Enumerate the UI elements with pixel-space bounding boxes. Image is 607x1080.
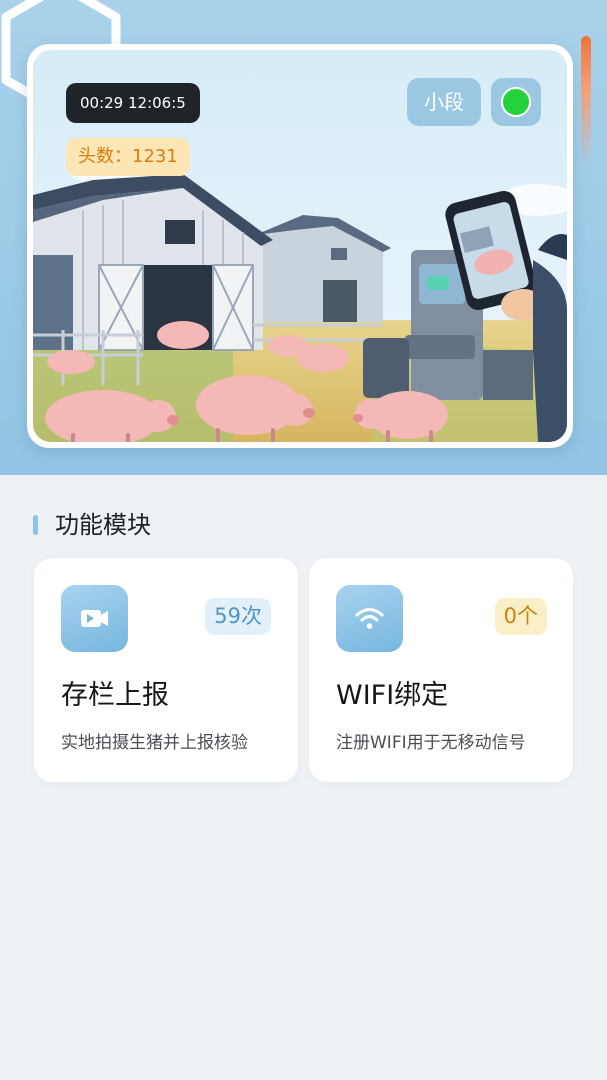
module-card-livestock-report[interactable]: 59次 存栏上报 实地拍摄生猪并上报核验	[34, 558, 298, 782]
section-accent-bar	[33, 515, 38, 535]
module-title: 存栏上报	[61, 680, 169, 711]
hero-banner: 00:29 12:06:5 头数：1231 小段	[27, 44, 573, 448]
video-upload-icon	[61, 585, 128, 652]
module-description: 实地拍摄生猪并上报核验	[61, 733, 248, 753]
module-card-wifi-binding[interactable]: 0个 WIFI绑定 注册WIFI用于无移动信号	[309, 558, 573, 782]
scroll-indicator[interactable]	[581, 36, 591, 166]
wifi-icon	[336, 585, 403, 652]
wifi-count-badge: 0个	[494, 598, 547, 635]
section-title: 功能模块	[55, 511, 151, 539]
module-title: WIFI绑定	[336, 680, 449, 711]
report-count-badge: 59次	[205, 598, 271, 635]
user-name-chip[interactable]: 小段	[407, 78, 481, 126]
online-status-dot	[501, 87, 531, 117]
capture-timestamp: 00:29 12:06:5	[66, 83, 200, 123]
module-description: 注册WIFI用于无移动信号	[336, 733, 526, 753]
farm-illustration: 00:29 12:06:5 头数：1231 小段	[33, 50, 567, 442]
status-indicator[interactable]	[491, 78, 541, 126]
head-count-badge: 头数：1231	[66, 138, 190, 176]
